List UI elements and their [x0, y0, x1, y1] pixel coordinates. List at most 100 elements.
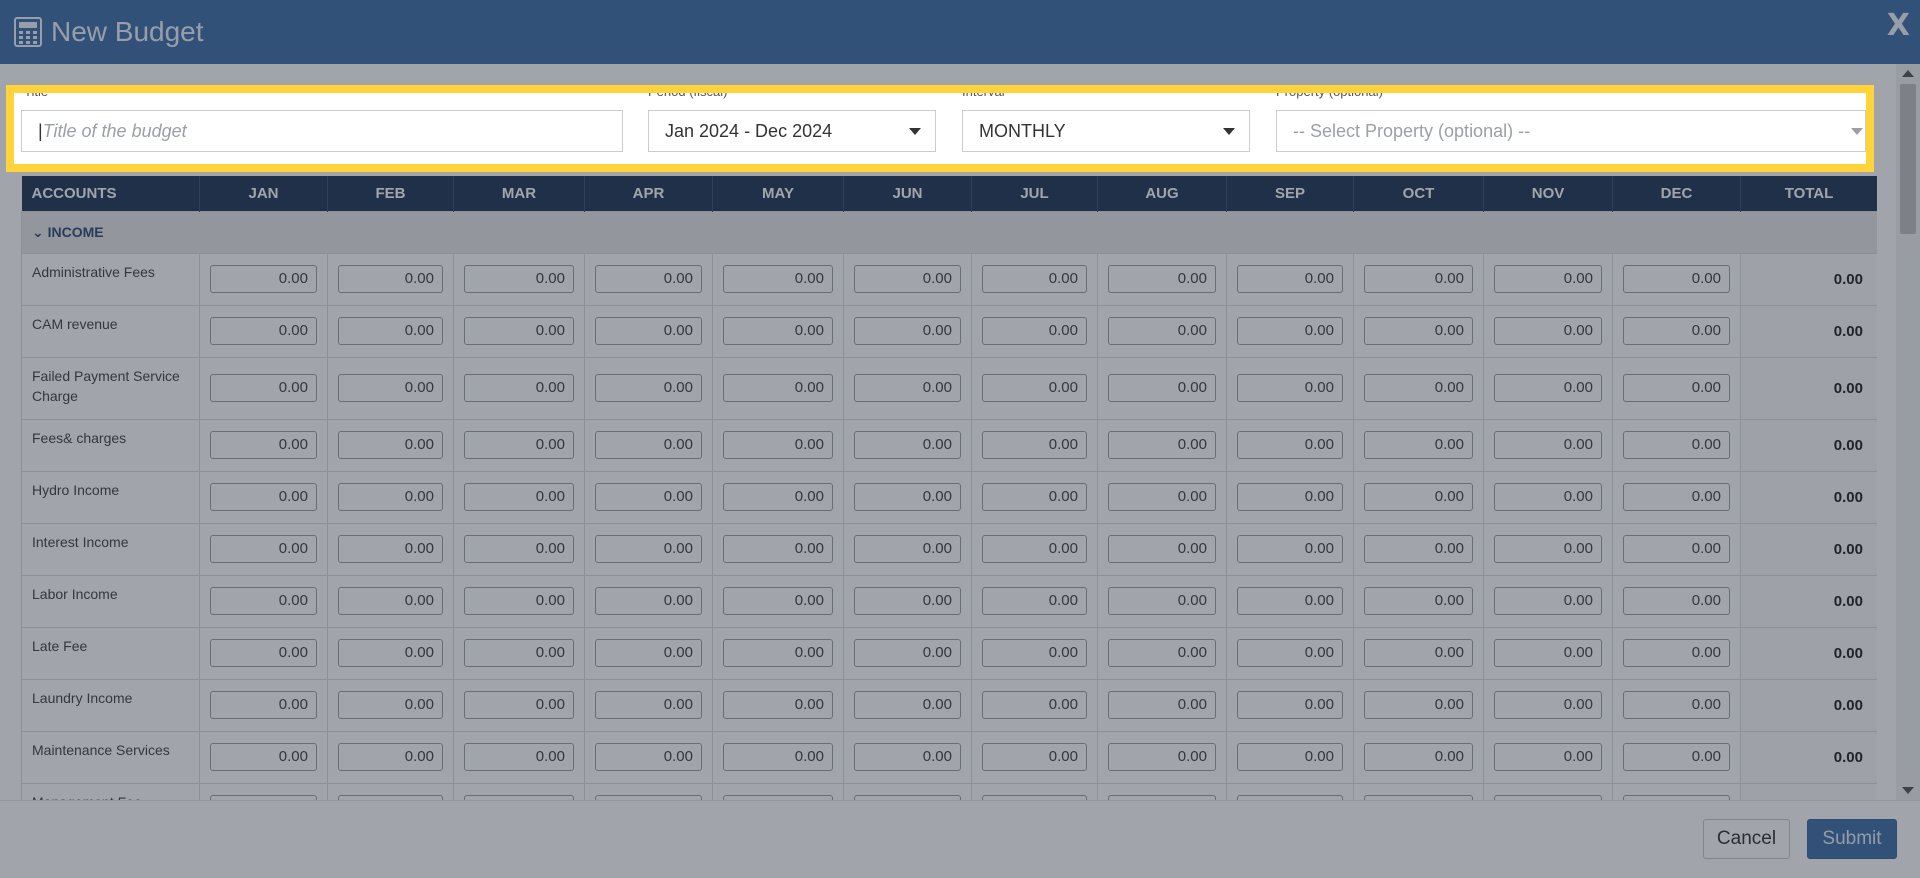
amount-input[interactable]: 0.00 — [338, 483, 443, 511]
amount-input[interactable]: 0.00 — [1108, 374, 1216, 402]
close-button[interactable]: X — [1887, 9, 1910, 43]
amount-input[interactable]: 0.00 — [1494, 317, 1602, 345]
amount-input[interactable]: 0.00 — [338, 317, 443, 345]
amount-input[interactable]: 0.00 — [595, 639, 702, 667]
amount-input[interactable]: 0.00 — [338, 639, 443, 667]
amount-input[interactable]: 0.00 — [854, 535, 961, 563]
amount-input[interactable]: 0.00 — [1364, 317, 1473, 345]
amount-input[interactable]: 0.00 — [210, 317, 317, 345]
amount-input[interactable]: 0.00 — [464, 431, 574, 459]
amount-input[interactable]: 0.00 — [1237, 587, 1343, 615]
amount-input[interactable]: 0.00 — [595, 743, 702, 771]
amount-input[interactable]: 0.00 — [1623, 535, 1730, 563]
amount-input[interactable]: 0.00 — [595, 691, 702, 719]
submit-button[interactable]: Submit — [1807, 819, 1897, 859]
amount-input[interactable]: 0.00 — [723, 374, 833, 402]
amount-input[interactable]: 0.00 — [1237, 743, 1343, 771]
amount-input[interactable]: 0.00 — [1108, 431, 1216, 459]
amount-input[interactable]: 0.00 — [464, 265, 574, 293]
amount-input[interactable]: 0.00 — [854, 374, 961, 402]
amount-input[interactable]: 0.00 — [982, 483, 1087, 511]
amount-input[interactable]: 0.00 — [723, 691, 833, 719]
amount-input[interactable]: 0.00 — [338, 691, 443, 719]
amount-input[interactable]: 0.00 — [595, 431, 702, 459]
scroll-up-arrow-icon[interactable] — [1902, 70, 1914, 77]
amount-input[interactable]: 0.00 — [982, 265, 1087, 293]
amount-input[interactable]: 0.00 — [854, 265, 961, 293]
amount-input[interactable]: 0.00 — [1364, 265, 1473, 293]
amount-input[interactable]: 0.00 — [982, 639, 1087, 667]
amount-input[interactable]: 0.00 — [210, 691, 317, 719]
amount-input[interactable]: 0.00 — [464, 587, 574, 615]
amount-input[interactable]: 0.00 — [1623, 317, 1730, 345]
amount-input[interactable]: 0.00 — [854, 587, 961, 615]
amount-input[interactable]: 0.00 — [1623, 639, 1730, 667]
amount-input[interactable]: 0.00 — [1108, 639, 1216, 667]
amount-input[interactable]: 0.00 — [210, 431, 317, 459]
amount-input[interactable]: 0.00 — [1237, 265, 1343, 293]
amount-input[interactable]: 0.00 — [210, 535, 317, 563]
amount-input[interactable]: 0.00 — [1494, 265, 1602, 293]
vertical-scrollbar[interactable] — [1896, 64, 1920, 800]
amount-input[interactable]: 0.00 — [464, 483, 574, 511]
amount-input[interactable]: 0.00 — [1108, 317, 1216, 345]
amount-input[interactable]: 0.00 — [723, 265, 833, 293]
amount-input[interactable]: 0.00 — [1494, 743, 1602, 771]
amount-input[interactable]: 0.00 — [1494, 587, 1602, 615]
amount-input[interactable]: 0.00 — [982, 431, 1087, 459]
amount-input[interactable]: 0.00 — [1108, 743, 1216, 771]
amount-input[interactable]: 0.00 — [210, 639, 317, 667]
amount-input[interactable]: 0.00 — [595, 317, 702, 345]
amount-input[interactable]: 0.00 — [982, 535, 1087, 563]
scroll-down-arrow-icon[interactable] — [1902, 787, 1914, 794]
amount-input[interactable]: 0.00 — [1364, 374, 1473, 402]
amount-input[interactable]: 0.00 — [338, 743, 443, 771]
amount-input[interactable]: 0.00 — [338, 374, 443, 402]
amount-input[interactable]: 0.00 — [854, 431, 961, 459]
amount-input[interactable]: 0.00 — [1623, 431, 1730, 459]
amount-input[interactable]: 0.00 — [464, 374, 574, 402]
amount-input[interactable]: 0.00 — [464, 639, 574, 667]
amount-input[interactable]: 0.00 — [595, 374, 702, 402]
amount-input[interactable]: 0.00 — [1237, 431, 1343, 459]
amount-input[interactable]: 0.00 — [982, 587, 1087, 615]
amount-input[interactable]: 0.00 — [1623, 265, 1730, 293]
amount-input[interactable]: 0.00 — [723, 535, 833, 563]
amount-input[interactable]: 0.00 — [982, 317, 1087, 345]
amount-input[interactable]: 0.00 — [1623, 483, 1730, 511]
amount-input[interactable]: 0.00 — [338, 587, 443, 615]
amount-input[interactable]: 0.00 — [464, 743, 574, 771]
amount-input[interactable]: 0.00 — [1364, 431, 1473, 459]
amount-input[interactable]: 0.00 — [854, 639, 961, 667]
amount-input[interactable]: 0.00 — [210, 265, 317, 293]
amount-input[interactable]: 0.00 — [1364, 639, 1473, 667]
amount-input[interactable]: 0.00 — [723, 743, 833, 771]
amount-input[interactable]: 0.00 — [1623, 691, 1730, 719]
amount-input[interactable]: 0.00 — [1623, 587, 1730, 615]
interval-select[interactable]: MONTHLY — [962, 110, 1250, 152]
section-toggle[interactable]: ⌄ INCOME — [21, 210, 1877, 254]
amount-input[interactable]: 0.00 — [464, 317, 574, 345]
amount-input[interactable]: 0.00 — [1494, 374, 1602, 402]
scrollbar-thumb[interactable] — [1900, 84, 1916, 234]
amount-input[interactable]: 0.00 — [338, 431, 443, 459]
amount-input[interactable]: 0.00 — [1623, 374, 1730, 402]
section-row-income[interactable]: ⌄ INCOME — [21, 210, 1877, 254]
amount-input[interactable]: 0.00 — [723, 587, 833, 615]
amount-input[interactable]: 0.00 — [1364, 691, 1473, 719]
amount-input[interactable]: 0.00 — [210, 743, 317, 771]
amount-input[interactable]: 0.00 — [1108, 265, 1216, 293]
amount-input[interactable]: 0.00 — [1494, 639, 1602, 667]
amount-input[interactable]: 0.00 — [338, 535, 443, 563]
amount-input[interactable]: 0.00 — [1494, 535, 1602, 563]
amount-input[interactable]: 0.00 — [1108, 587, 1216, 615]
amount-input[interactable]: 0.00 — [723, 431, 833, 459]
amount-input[interactable]: 0.00 — [854, 317, 961, 345]
amount-input[interactable]: 0.00 — [1364, 483, 1473, 511]
cancel-button[interactable]: Cancel — [1703, 819, 1790, 859]
amount-input[interactable]: 0.00 — [1494, 431, 1602, 459]
amount-input[interactable]: 0.00 — [1237, 483, 1343, 511]
amount-input[interactable]: 0.00 — [1237, 374, 1343, 402]
amount-input[interactable]: 0.00 — [854, 691, 961, 719]
period-select[interactable]: Jan 2024 - Dec 2024 — [648, 110, 936, 152]
